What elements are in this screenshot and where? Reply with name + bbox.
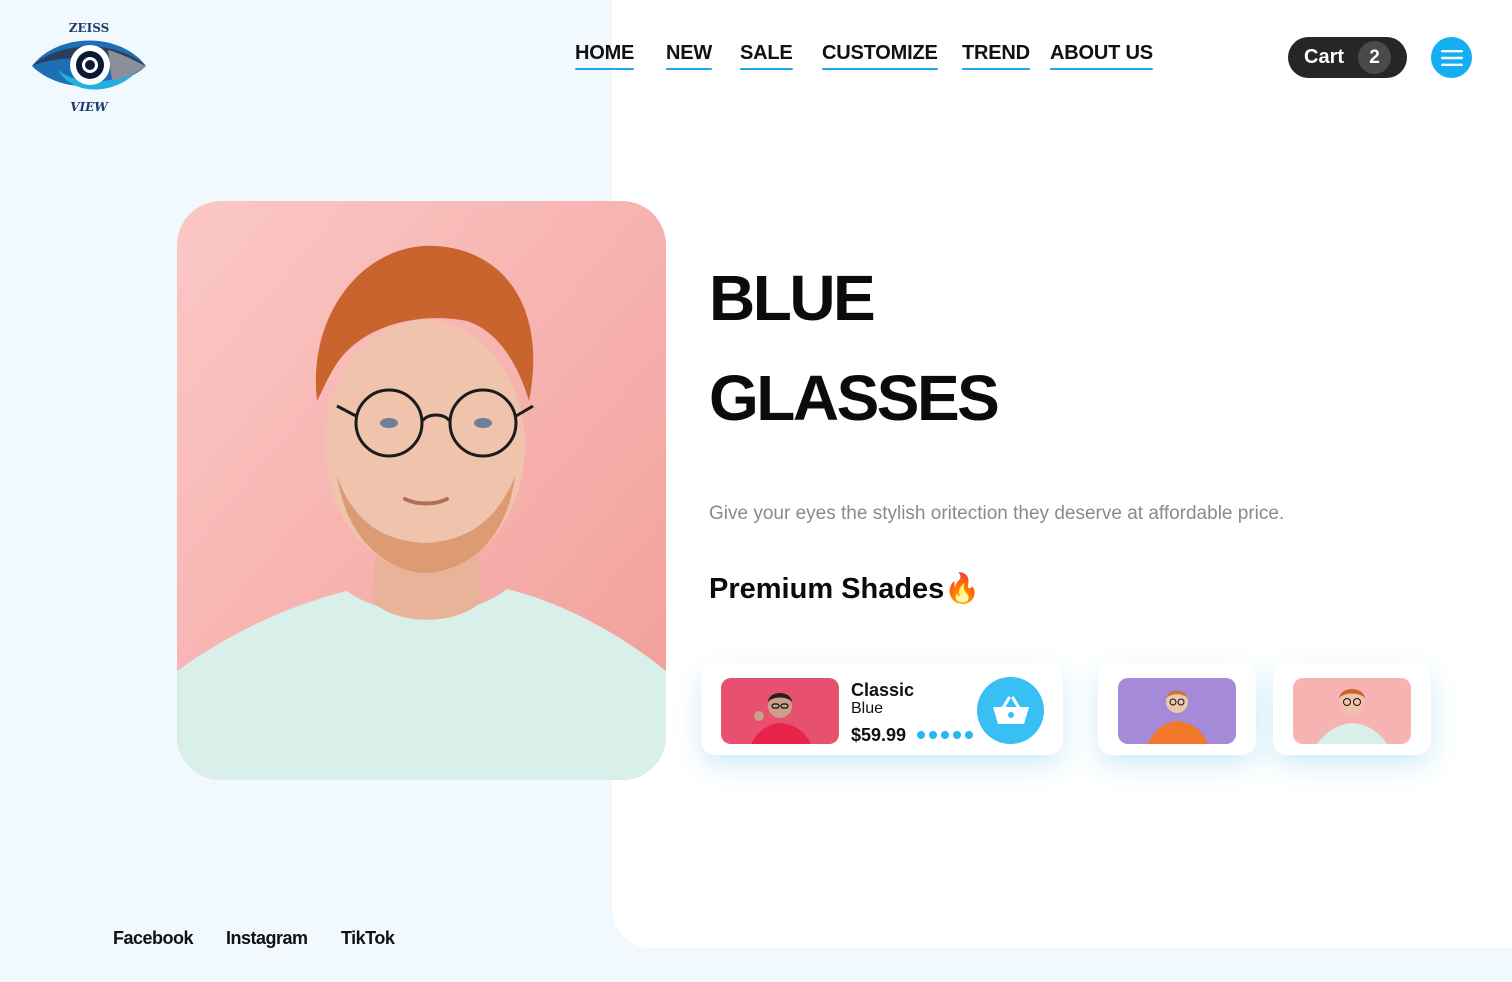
product-thumbnail[interactable] xyxy=(1118,678,1236,744)
cart-label: Cart xyxy=(1304,46,1345,68)
svg-text:VIEW: VIEW xyxy=(70,100,109,114)
nav-new[interactable]: NEW xyxy=(666,42,712,70)
product-price: $59.99 xyxy=(851,725,907,745)
product-card-featured[interactable]: Classic Blue $59.99 xyxy=(701,663,1063,755)
menu-button[interactable] xyxy=(1431,37,1472,78)
nav-trend[interactable]: TREND xyxy=(962,42,1030,70)
product-name: Classic xyxy=(851,680,915,700)
product-card[interactable] xyxy=(1273,663,1431,755)
product-color: Blue xyxy=(851,700,884,717)
carousel-dot[interactable] xyxy=(953,731,961,739)
premium-shades-heading: Premium Shades🔥 xyxy=(709,573,981,605)
cart-button[interactable]: Cart 2 xyxy=(1288,37,1407,78)
carousel-dot[interactable] xyxy=(929,731,937,739)
shopping-basket-icon xyxy=(992,696,1029,724)
product-thumbnail[interactable] xyxy=(721,678,839,744)
carousel-dot[interactable] xyxy=(941,731,949,739)
svg-text:ZEISS: ZEISS xyxy=(69,21,110,35)
product-thumbnail[interactable] xyxy=(1293,678,1411,744)
social-link-instagram[interactable]: Instagram xyxy=(226,928,308,949)
nav-home[interactable]: HOME xyxy=(575,42,635,70)
add-to-basket-button[interactable] xyxy=(977,677,1044,744)
hero-title-line-2: GLASSES xyxy=(709,362,1000,434)
brand-logo[interactable]: ZEISS VIEW xyxy=(28,20,150,116)
hero-subtitle: Give your eyes the stylish oritection th… xyxy=(709,503,1285,524)
nav-sale[interactable]: SALE xyxy=(740,42,793,70)
social-link-tiktok[interactable]: TikTok xyxy=(341,928,395,949)
hero-title-line-1: BLUE xyxy=(709,262,876,334)
carousel-dots xyxy=(917,731,973,739)
social-link-facebook[interactable]: Facebook xyxy=(113,928,194,949)
hero-model-photo xyxy=(177,201,666,780)
nav-about-us[interactable]: ABOUT US xyxy=(1050,42,1153,70)
hero-content-panel xyxy=(612,0,1512,948)
carousel-dot[interactable] xyxy=(965,731,973,739)
hamburger-menu-icon xyxy=(1440,49,1463,66)
nav-customize[interactable]: CUSTOMIZE xyxy=(822,42,938,70)
eye-logo-icon: ZEISS VIEW xyxy=(32,21,146,114)
product-card[interactable] xyxy=(1098,663,1256,755)
carousel-dot[interactable] xyxy=(917,731,925,739)
cart-count-badge: 2 xyxy=(1358,41,1391,74)
